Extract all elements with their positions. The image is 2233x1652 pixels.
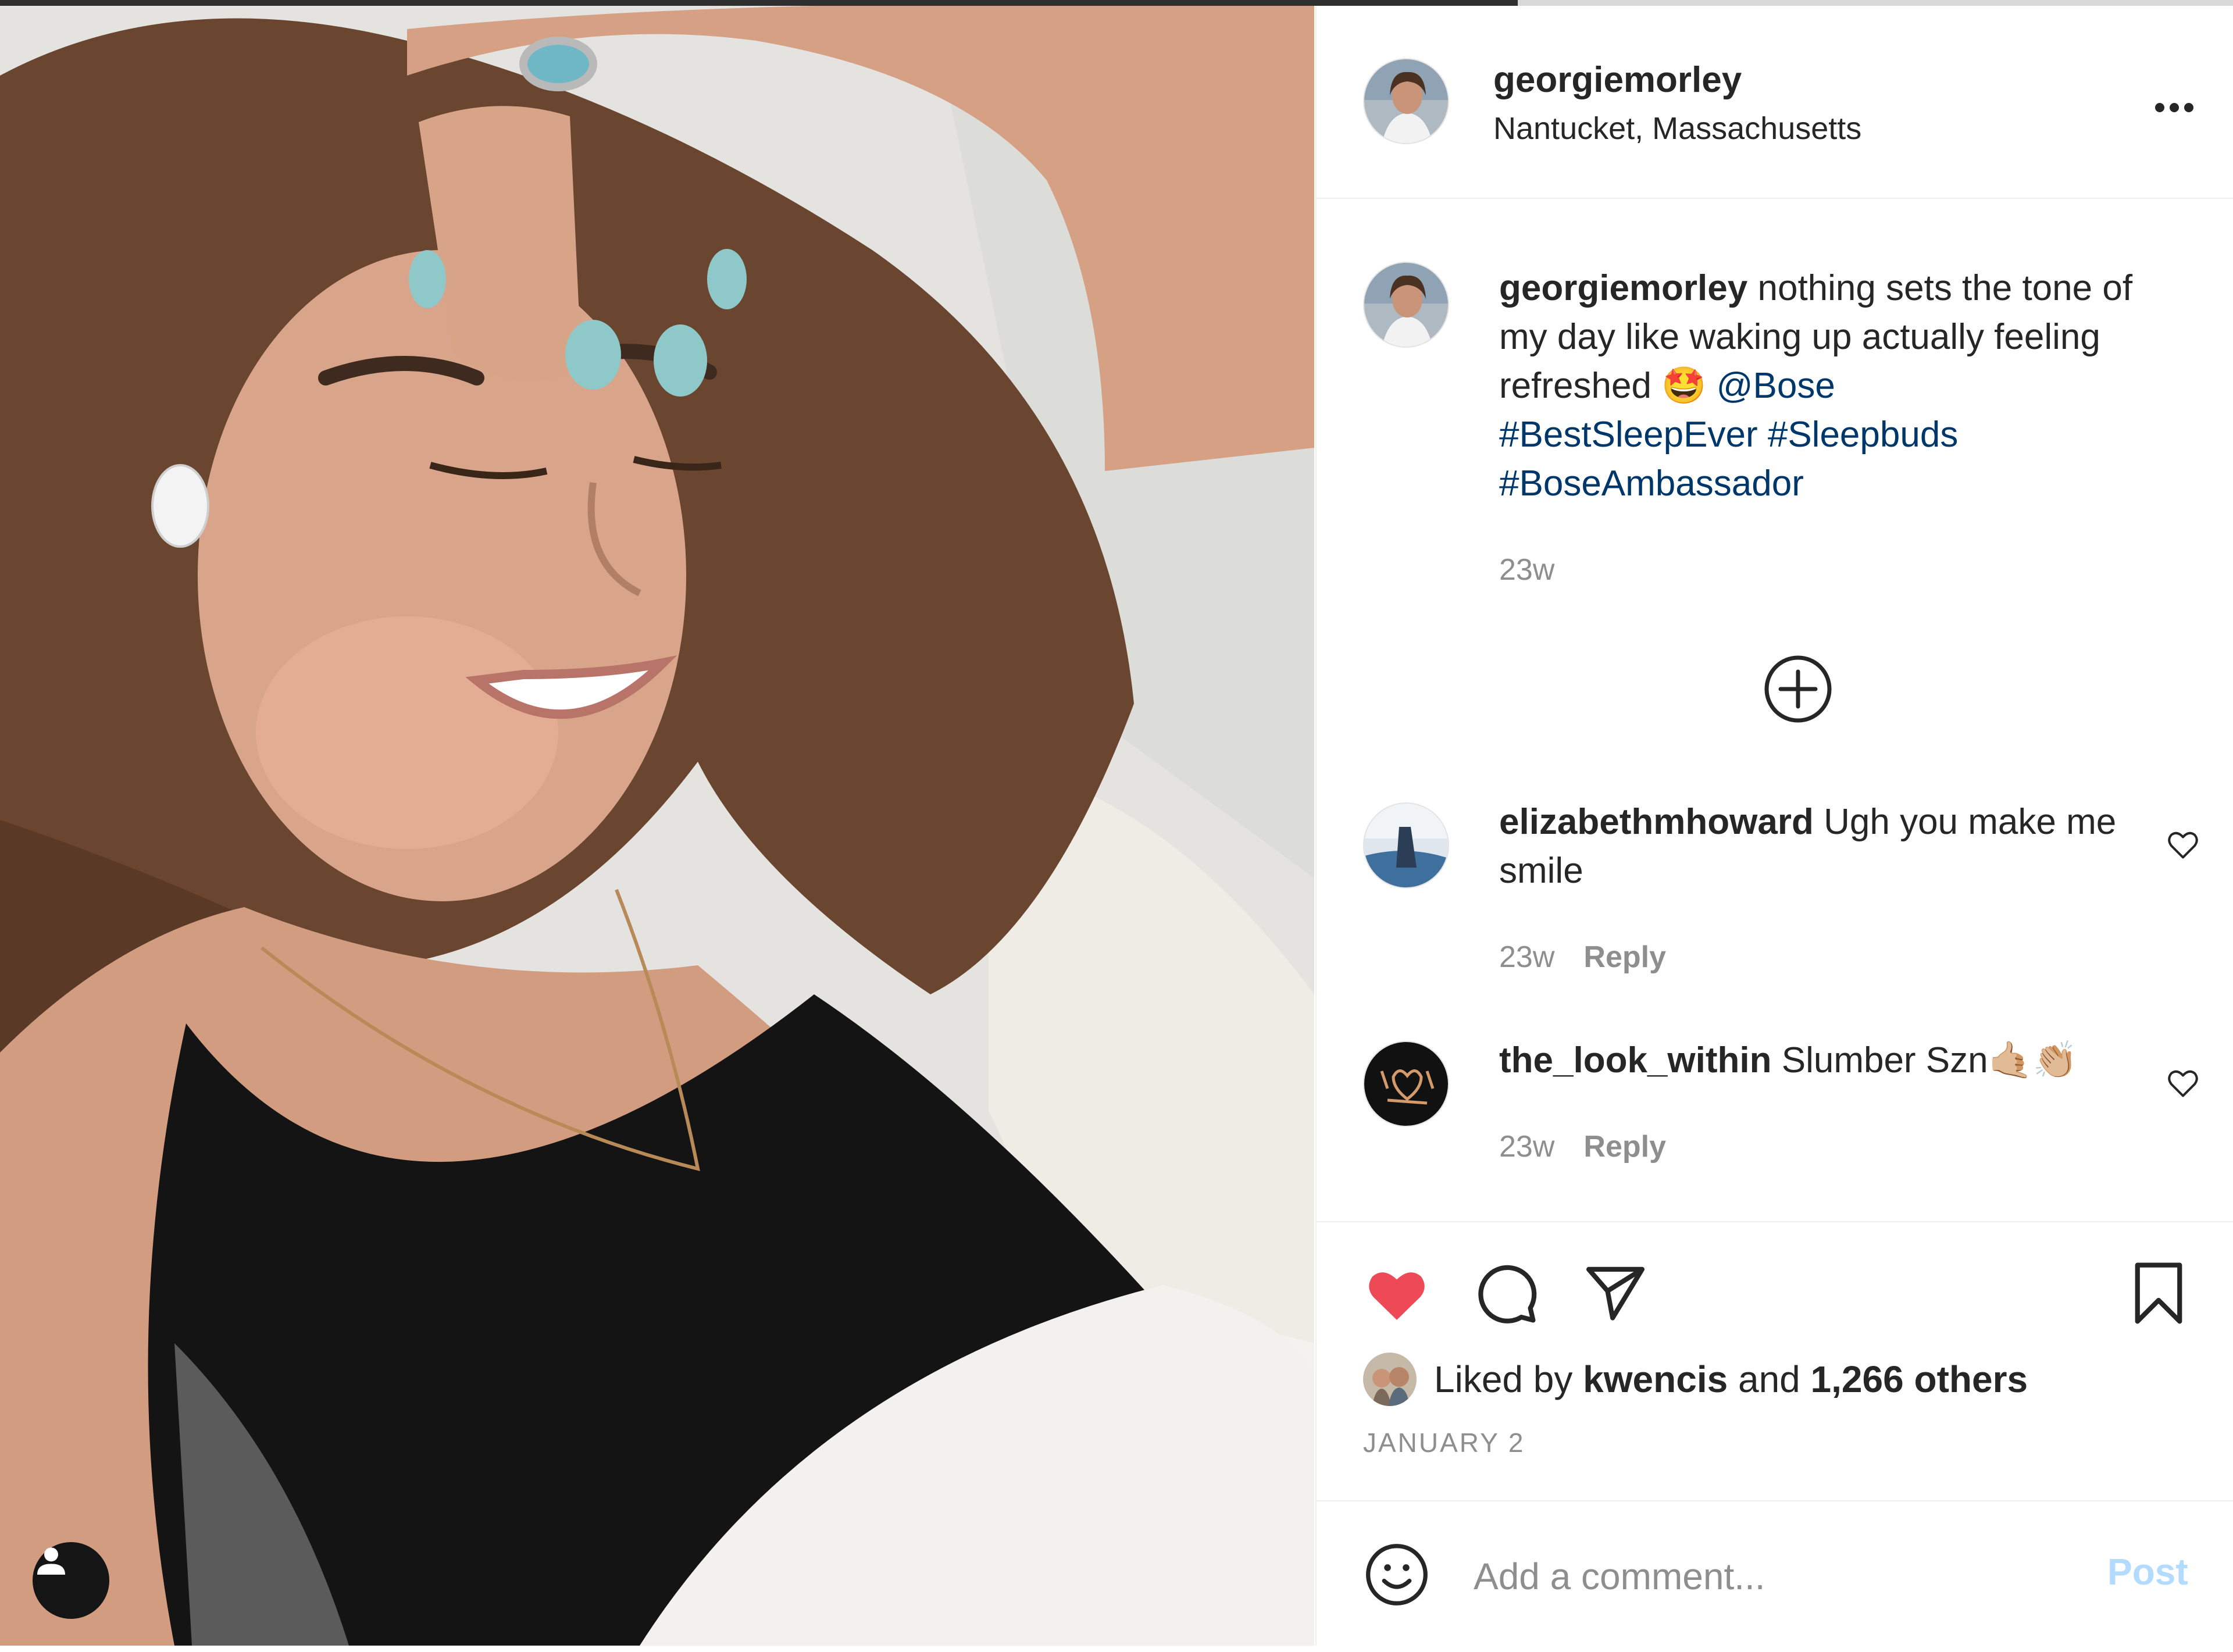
likes-middle: and [1728, 1358, 1811, 1400]
like-comment-button[interactable] [2166, 1065, 2200, 1100]
comment-timestamp[interactable]: 23w [1499, 940, 1554, 974]
bookmark-icon [2135, 1262, 2182, 1324]
comment-input[interactable] [1472, 1547, 2056, 1606]
comment-text: the_look_within Slumber Szn🤙🏼👏🏼 [1499, 1036, 2162, 1085]
photo-illustration [0, 6, 1314, 1646]
comment-username[interactable]: elizabethmhoward [1499, 802, 1814, 842]
post-photo[interactable] [0, 6, 1314, 1646]
comment-meta: 23w Reply [1499, 1129, 1666, 1164]
load-more-comments-button[interactable] [1760, 651, 1836, 727]
caption-timestamp[interactable]: 23w [1499, 552, 1554, 587]
liker-username[interactable]: kwencis [1583, 1358, 1728, 1400]
comment-button[interactable] [1472, 1259, 1540, 1330]
post-side-panel: georgiemorley Nantucket, Massachusetts g… [1315, 6, 2233, 1646]
post-caption: georgiemorley nothing sets the tone of m… [1499, 264, 2185, 508]
author-username[interactable]: georgiemorley [1493, 59, 1742, 101]
comment-meta: 23w Reply [1499, 940, 1666, 975]
heart-outline-icon [2168, 1070, 2198, 1097]
plus-circle-icon [1764, 655, 1832, 723]
likes-summary: Liked by kwencis and 1,266 others [1363, 1350, 2028, 1408]
share-button[interactable] [1582, 1259, 1649, 1330]
comment-text: elizabethmhoward Ugh you make me smile [1499, 798, 2162, 895]
comment-avatar[interactable] [1363, 802, 1449, 889]
likes-text: Liked by kwencis and 1,266 others [1434, 1358, 2028, 1401]
caption-hashtag[interactable]: #BestSleepEver [1499, 415, 1758, 455]
caption-username[interactable]: georgiemorley [1499, 268, 1747, 308]
author-avatar[interactable] [1363, 58, 1449, 144]
post-header: georgiemorley Nantucket, Massachusetts [1317, 6, 2233, 199]
caption-avatar[interactable] [1363, 262, 1449, 348]
caption-hashtag[interactable]: #Sleepbuds [1768, 415, 1959, 455]
heart-outline-icon [2168, 832, 2198, 859]
comment-bubble-icon [1478, 1265, 1537, 1323]
post-location[interactable]: Nantucket, Massachusetts [1493, 110, 1861, 147]
comment-timestamp[interactable]: 23w [1499, 1130, 1554, 1164]
more-options-button[interactable] [2142, 81, 2206, 134]
comment-username[interactable]: the_look_within [1499, 1040, 1771, 1080]
like-button[interactable] [1363, 1259, 1431, 1330]
more-options-icon [2155, 103, 2193, 112]
likes-count[interactable]: 1,266 others [1811, 1358, 2028, 1400]
paper-plane-icon [1586, 1266, 1645, 1321]
reply-button[interactable]: Reply [1583, 940, 1666, 974]
post-comment-button[interactable]: Post [2107, 1550, 2188, 1593]
window-top-bar [0, 0, 2233, 6]
comment-avatar[interactable] [1363, 1041, 1449, 1127]
emoji-picker-button[interactable] [1363, 1541, 1431, 1608]
like-comment-button[interactable] [2166, 827, 2200, 862]
save-button[interactable] [2125, 1259, 2192, 1330]
reply-button[interactable]: Reply [1583, 1130, 1666, 1164]
post-date[interactable]: JANUARY 2 [1363, 1427, 1525, 1458]
add-comment-form: Post [1317, 1500, 2233, 1647]
comment-body: Slumber Szn🤙🏼👏🏼 [1771, 1040, 2078, 1080]
caption-mention[interactable]: @Bose [1717, 366, 1835, 406]
user-icon [37, 1547, 65, 1575]
heart-filled-icon [1369, 1272, 1425, 1320]
tagged-users-button[interactable] [33, 1542, 109, 1619]
liker-avatar[interactable] [1363, 1353, 1417, 1406]
post-actions: Liked by kwencis and 1,266 others JANUAR… [1317, 1221, 2233, 1501]
likes-prefix: Liked by [1434, 1358, 1583, 1400]
caption-hashtag[interactable]: #BoseAmbassador [1499, 463, 1804, 504]
smiley-icon [1366, 1544, 1428, 1605]
